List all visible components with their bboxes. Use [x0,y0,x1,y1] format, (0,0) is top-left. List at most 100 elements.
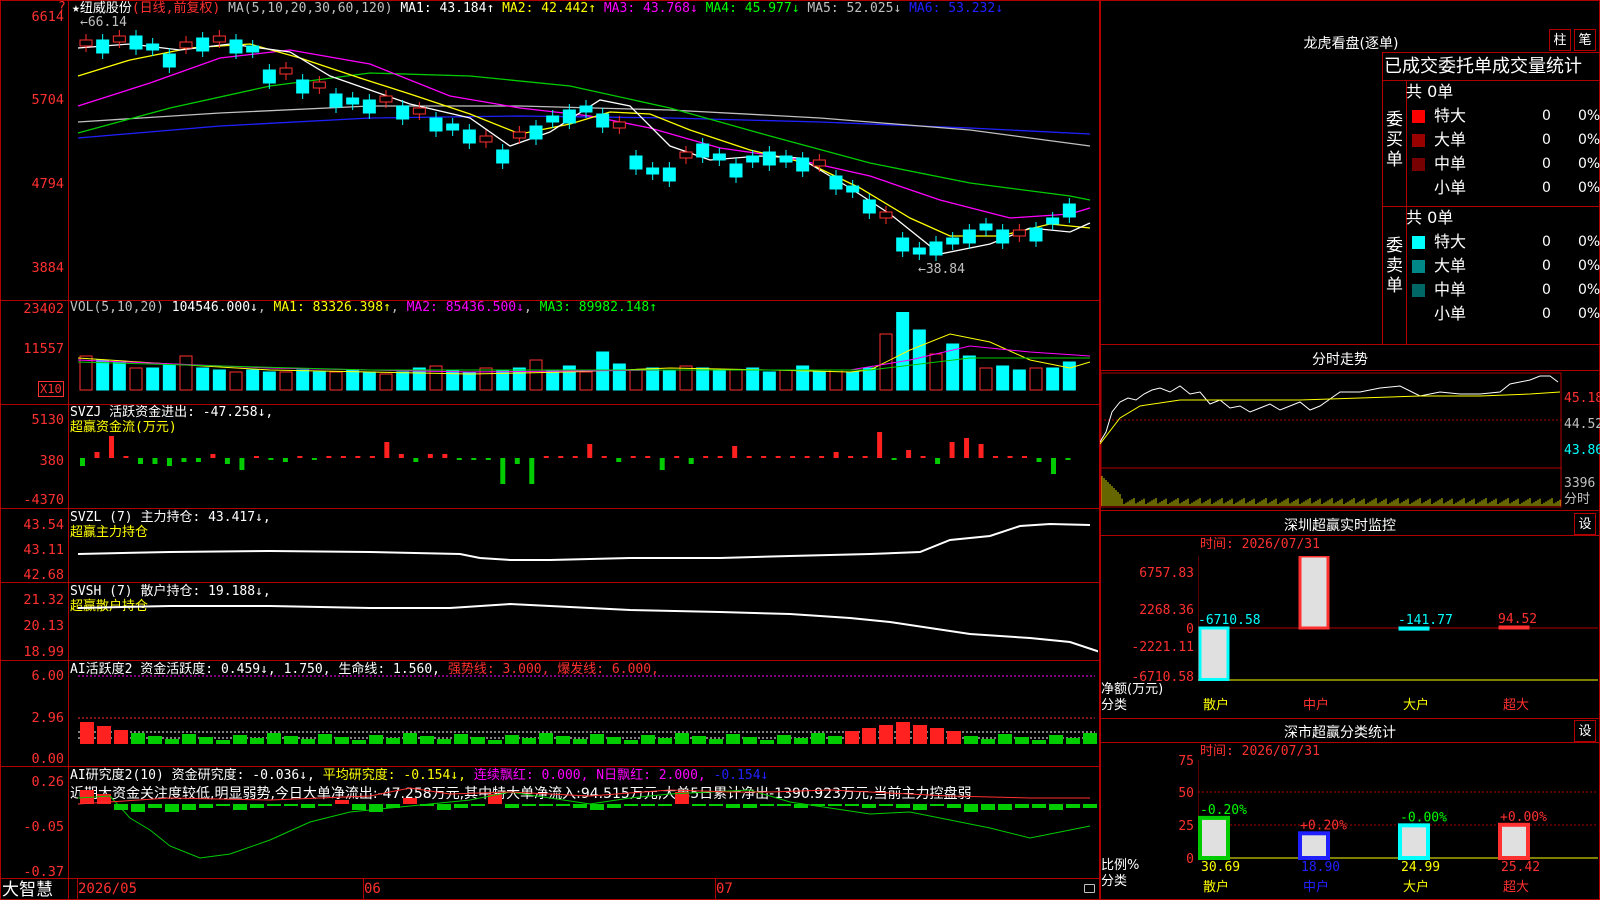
activity-bar [981,739,995,744]
category-label: 散户 [1203,880,1230,895]
candle-body [279,67,293,75]
candle-body [546,115,560,123]
fund-flow-bar [1022,456,1028,458]
order-row: 特大 0 0% [1406,104,1600,128]
stock-name[interactable]: 纽威股份 [80,1,132,16]
fund-flow-bar [949,442,955,458]
candle-body [829,175,843,190]
activity-bar [947,731,961,744]
monitor-axis-label: -2221.11 [1131,640,1194,655]
candle-body [896,237,910,252]
activity-bar [80,722,94,744]
research-bar [148,804,162,808]
volume-bar [579,371,593,391]
svzl-chart[interactable] [70,510,1098,582]
tick-mark [715,879,716,899]
svzj-chart[interactable] [70,406,1098,506]
fund-flow-bar [355,456,361,458]
fund-flow-bar [369,456,375,458]
activity-bar [97,726,111,744]
fund-flow-bar [732,446,738,458]
volume-bar [996,365,1010,391]
research-bar [573,804,587,808]
tick-mode-button[interactable]: 笔 [1574,29,1596,51]
order-pct: 0% [1578,180,1600,196]
bar-mode-button[interactable]: 柱 [1549,29,1571,51]
candle-body [646,167,660,175]
class-chart[interactable]: -0.20% +0.20% -0.00% +0.00% [1198,760,1598,860]
candle-body [312,81,326,89]
volume-bar [529,359,543,391]
order-count: 0 [1542,306,1551,322]
monitor-title: 深圳超赢实时监控 [1284,518,1396,534]
vdivider [1382,52,1383,344]
buy-side-label: 委买单 [1386,110,1403,170]
fund-flow-bar [558,456,564,458]
fund-flow-bar [964,438,970,458]
candlestick-chart[interactable] [70,18,1098,300]
order-pct: 0% [1578,258,1600,274]
research-bar [131,804,145,812]
ai1-chart[interactable] [70,662,1098,766]
candle-body [379,95,393,103]
order-count: 0 [1542,132,1551,148]
candle-body [879,211,893,219]
fund-flow-bar [297,456,303,458]
help-icon[interactable]: ? [58,0,66,15]
activity-bar [624,740,638,744]
activity-bar [573,739,587,744]
intraday-title: 分时走势 [1312,352,1368,368]
activity-bar [471,737,485,744]
research-avg-line [77,787,1090,805]
research-bar [624,804,638,806]
date-label: 2026/05 [78,881,138,897]
chart-mode[interactable]: (日线,前复权) [132,1,220,16]
class-settings-button[interactable]: 设 [1574,720,1596,742]
candles [79,30,1076,261]
fund-flow-bar [529,458,535,484]
chart-header: ★纽威股份(日线,前复权) MA(5,10,20,30,60,120) MA1:… [72,1,1003,16]
candle-body [179,41,193,49]
volume-bar [862,367,876,391]
intraday-chart[interactable] [1100,372,1562,508]
monitor-settings-button[interactable]: 设 [1574,513,1596,535]
candle-body [412,107,426,115]
divider [0,878,1100,879]
order-pct: 0% [1578,234,1600,250]
volume-chart[interactable] [70,312,1098,402]
lock-icon[interactable] [1084,884,1095,893]
fund-flow-bar [804,456,810,458]
favorite-star-icon[interactable]: ★ [72,1,80,16]
order-row: 特大 0 0% [1406,230,1600,254]
research-bar [216,804,230,806]
svsh-chart[interactable] [70,584,1098,660]
monitor-chart[interactable]: -6710.586757.83-141.7794.52 [1198,556,1598,696]
class-change-label: -0.00% [1400,810,1447,825]
research-bar [743,804,757,808]
research-bar [505,804,519,808]
volume-bar [812,371,826,391]
research-bar [335,800,349,804]
volume-bar [179,355,193,391]
price-axis-label: 5704 [31,92,64,108]
color-swatch-icon [1412,284,1425,297]
brand-logo[interactable]: 大智慧 [2,880,53,900]
candle-body [846,185,860,193]
research-bar [658,804,672,806]
ai2-chart[interactable] [70,768,1098,878]
research-bar [556,804,570,806]
research-bar [828,804,842,806]
candle-body [762,151,776,166]
intraday-price-line [1100,375,1559,443]
research-bar [352,804,366,810]
research-bar [250,804,264,808]
candle-body [562,109,576,124]
intraday-axis-label: 44.52 [1564,417,1600,432]
class-time: 时间: 2026/07/31 [1200,744,1320,759]
activity-bar [1083,733,1097,744]
volume-bar [962,355,976,391]
divider [0,508,1100,509]
research-bar [709,804,723,806]
activity-bar [216,740,230,744]
vol-unit-badge: X10 [38,381,64,397]
